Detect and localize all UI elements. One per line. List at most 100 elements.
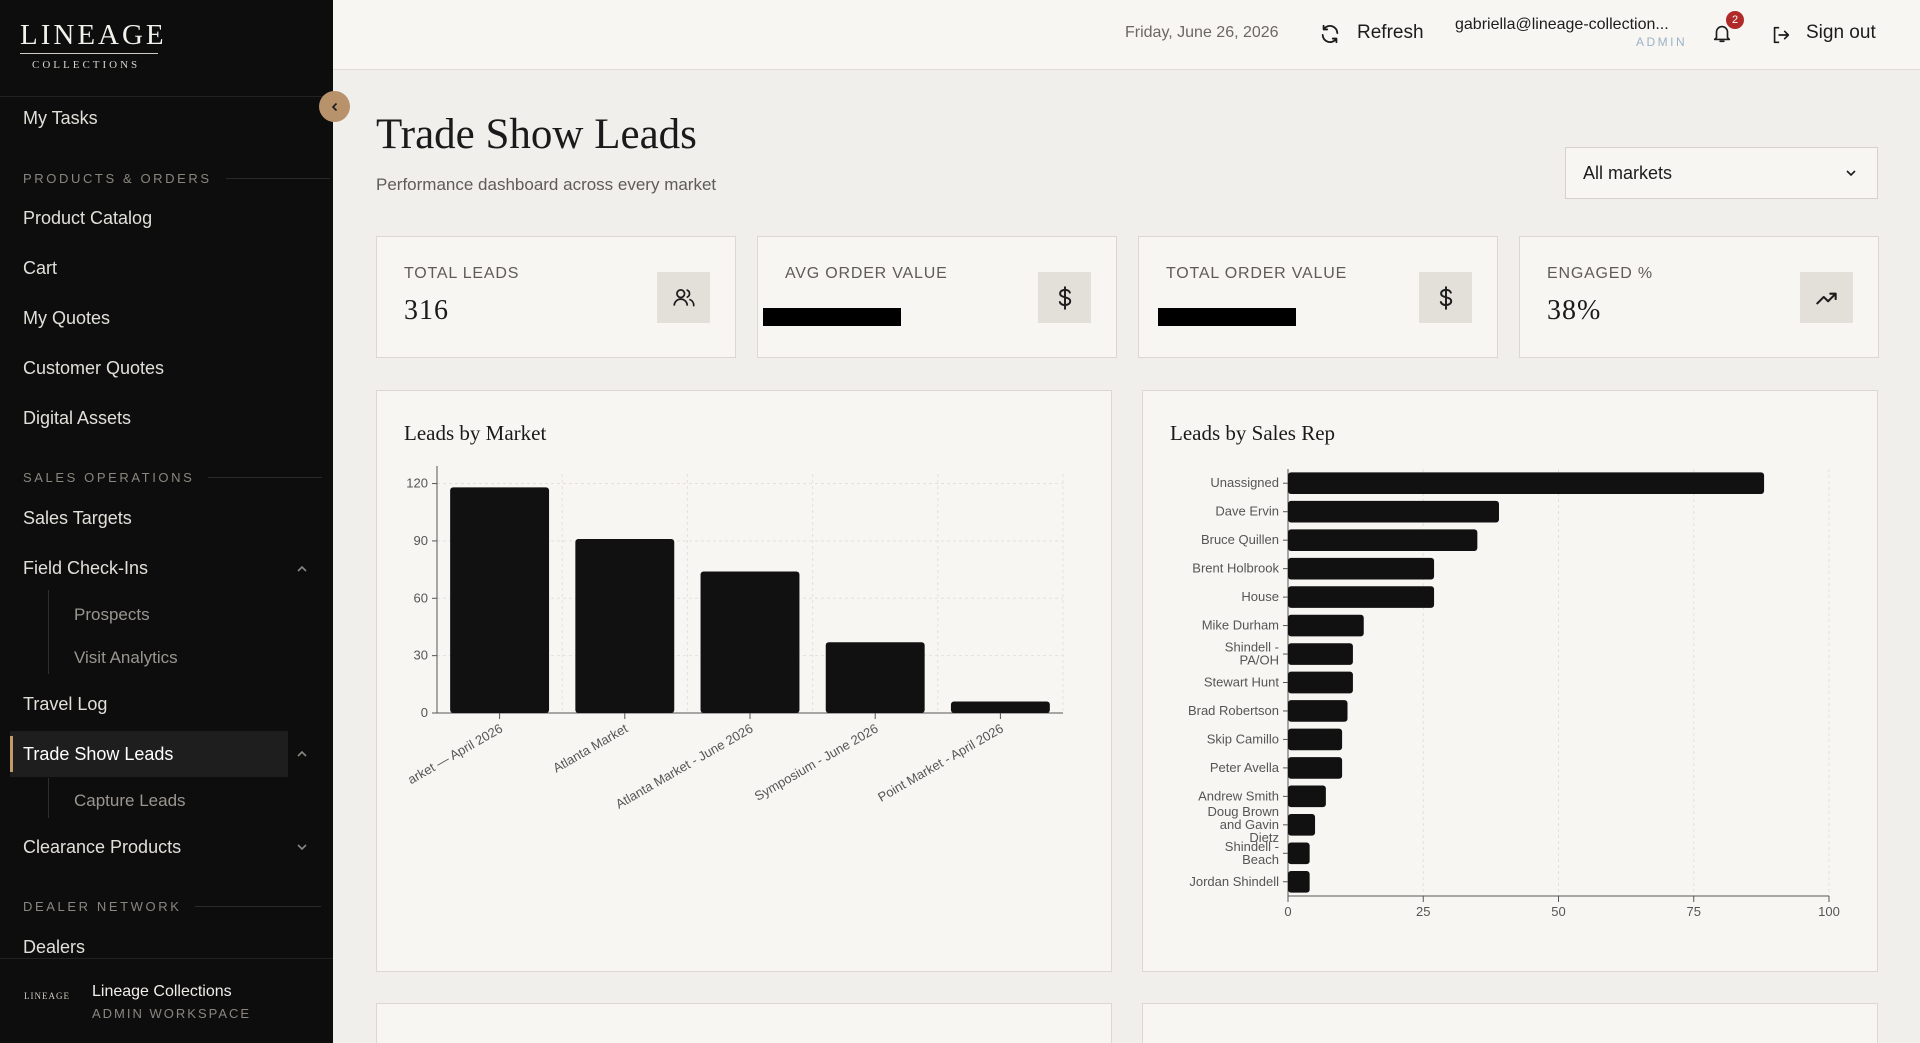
sidebar-item-trade-show-leads[interactable]: Trade Show Leads bbox=[23, 744, 173, 765]
section-label: SALES OPERATIONS bbox=[23, 470, 195, 485]
y-tick-label: 90 bbox=[414, 533, 428, 548]
submenu-guide bbox=[48, 590, 49, 674]
sidebar-item-field-check-ins[interactable]: Field Check-Ins bbox=[23, 558, 148, 579]
y-tick-label: Bruce Quillen bbox=[1201, 532, 1279, 547]
x-tick-label: Atlanta Market bbox=[550, 720, 630, 775]
kpi-label: TOTAL LEADS bbox=[404, 265, 520, 282]
chart-panel-leads-by-sales-rep: Leads by Sales Rep 0 25 50 75 100 Unassigned D… bbox=[1142, 390, 1878, 972]
bar bbox=[1288, 842, 1310, 865]
trending-up-icon bbox=[1800, 272, 1853, 323]
y-tick-label: House bbox=[1241, 589, 1279, 604]
leads-by-sales-rep-chart: 0 25 50 75 100 Unassigned Dave Ervin Bruce Quil… bbox=[1188, 469, 1840, 919]
kpi-value: 38% bbox=[1547, 295, 1602, 326]
y-tick-label: Andrew Smith bbox=[1198, 788, 1279, 803]
market-filter-value: All markets bbox=[1583, 163, 1673, 183]
brand-sub: COLLECTIONS bbox=[32, 59, 141, 71]
sidebar-item-product-catalog[interactable]: Product Catalog bbox=[23, 208, 152, 229]
bar bbox=[1288, 557, 1435, 580]
bar bbox=[1288, 472, 1765, 495]
chevron-up-icon[interactable] bbox=[295, 747, 309, 761]
collapse-sidebar-button[interactable] bbox=[319, 91, 350, 122]
redacted-value bbox=[763, 308, 901, 326]
chevron-down-icon bbox=[1846, 170, 1856, 177]
y-tick-label: 30 bbox=[414, 648, 428, 663]
section-divider bbox=[208, 477, 323, 478]
y-tick-label: 0 bbox=[421, 705, 428, 720]
y-tick-label: Peter Avella bbox=[1210, 760, 1280, 775]
brand-logo[interactable]: LINEAGE COLLECTIONS bbox=[0, 0, 333, 97]
x-tick-label: 0 bbox=[1284, 904, 1291, 919]
section-divider bbox=[195, 906, 322, 907]
sidebar-subitem-capture-leads[interactable]: Capture Leads bbox=[74, 791, 186, 811]
y-tick-label: Jordan Shindell bbox=[1189, 874, 1279, 889]
kpi-label: ENGAGED % bbox=[1547, 265, 1653, 282]
sidebar-subitem-visit-analytics[interactable]: Visit Analytics bbox=[74, 648, 178, 668]
chart-panel-order-value-by-market bbox=[1142, 1003, 1878, 1043]
market-filter-select[interactable]: All markets bbox=[1565, 147, 1878, 199]
refresh-button[interactable]: Refresh bbox=[1357, 22, 1424, 44]
bar bbox=[1288, 643, 1353, 665]
bar bbox=[575, 539, 675, 713]
x-tick-label: 100 bbox=[1818, 904, 1840, 919]
x-tick-label: Atlanta Market - June 2026 bbox=[613, 721, 756, 812]
bar bbox=[950, 701, 1050, 713]
chevron-down-icon[interactable] bbox=[295, 840, 309, 854]
y-tick-label: Shindell -PA/OH bbox=[1225, 640, 1279, 668]
sidebar-item-my-quotes[interactable]: My Quotes bbox=[23, 308, 110, 329]
y-tick-label: 60 bbox=[414, 590, 428, 605]
sidebar-item-my-tasks[interactable]: My Tasks bbox=[23, 108, 98, 129]
dollar-icon bbox=[1038, 272, 1091, 323]
y-tick-label: Dave Ervin bbox=[1215, 504, 1279, 519]
bar bbox=[1288, 785, 1326, 808]
bar bbox=[1288, 614, 1364, 637]
x-tick-label: 50 bbox=[1551, 904, 1565, 919]
y-tick-label: Brad Robertson bbox=[1188, 703, 1279, 718]
sidebar-subitem-prospects[interactable]: Prospects bbox=[74, 605, 150, 625]
brand-rule bbox=[20, 53, 158, 54]
x-tick-label: 75 bbox=[1687, 904, 1701, 919]
chevron-left-icon bbox=[331, 102, 337, 111]
kpi-label: TOTAL ORDER VALUE bbox=[1166, 265, 1348, 282]
brand-name: LINEAGE bbox=[20, 19, 167, 51]
bar bbox=[1288, 870, 1310, 893]
bar bbox=[700, 571, 800, 713]
sidebar-item-clearance-products[interactable]: Clearance Products bbox=[23, 837, 181, 858]
x-tick-label: Market — April 2026 bbox=[396, 721, 506, 793]
section-label: PRODUCTS & ORDERS bbox=[23, 171, 212, 186]
top-header: Friday, June 26, 2026 Refresh gabriella@… bbox=[333, 0, 1920, 70]
bar bbox=[1288, 814, 1316, 836]
refresh-icon[interactable] bbox=[1319, 23, 1341, 45]
submenu-guide bbox=[48, 778, 49, 818]
chart-panel-leads-by-collection bbox=[376, 1003, 1112, 1043]
chart-panel-leads-by-market: Leads by Market 0 30 60 90 120 Market — April… bbox=[376, 390, 1112, 972]
sign-out-icon[interactable] bbox=[1770, 24, 1792, 46]
user-email[interactable]: gabriella@lineage-collection... bbox=[1455, 16, 1669, 34]
workspace-switcher[interactable]: LINEAGE Lineage Collections ADMIN WORKSP… bbox=[0, 958, 333, 1043]
section-divider bbox=[225, 178, 330, 179]
sidebar-item-customer-quotes[interactable]: Customer Quotes bbox=[23, 358, 164, 379]
sidebar-item-digital-assets[interactable]: Digital Assets bbox=[23, 408, 131, 429]
section-dealer-network: DEALER NETWORK bbox=[23, 899, 322, 914]
x-tick-label: 25 bbox=[1416, 904, 1430, 919]
chevron-up-icon[interactable] bbox=[295, 562, 309, 576]
y-tick-label: Skip Camillo bbox=[1207, 731, 1279, 746]
sidebar-item-travel-log[interactable]: Travel Log bbox=[23, 694, 107, 715]
sign-out-button[interactable]: Sign out bbox=[1806, 22, 1876, 44]
redacted-value bbox=[1158, 308, 1296, 326]
y-tick-label: 120 bbox=[406, 476, 428, 491]
current-date: Friday, June 26, 2026 bbox=[1125, 24, 1279, 41]
page-title: Trade Show Leads bbox=[376, 111, 697, 158]
dollar-icon bbox=[1419, 272, 1472, 323]
sidebar-item-cart[interactable]: Cart bbox=[23, 258, 57, 279]
x-tick-label: Point Market - April 2026 bbox=[875, 721, 1006, 805]
y-tick-label: Unassigned bbox=[1210, 475, 1279, 490]
y-tick-label: Stewart Hunt bbox=[1204, 675, 1280, 690]
bar bbox=[1288, 500, 1499, 523]
bar bbox=[1288, 671, 1353, 694]
kpi-card-avg-order-value: AVG ORDER VALUE bbox=[757, 236, 1117, 358]
active-item-indicator bbox=[10, 736, 13, 772]
sidebar-item-dealers[interactable]: Dealers bbox=[23, 937, 85, 958]
bar bbox=[450, 487, 550, 713]
sidebar-item-sales-targets[interactable]: Sales Targets bbox=[23, 508, 132, 529]
page-subtitle: Performance dashboard across every marke… bbox=[376, 175, 717, 194]
